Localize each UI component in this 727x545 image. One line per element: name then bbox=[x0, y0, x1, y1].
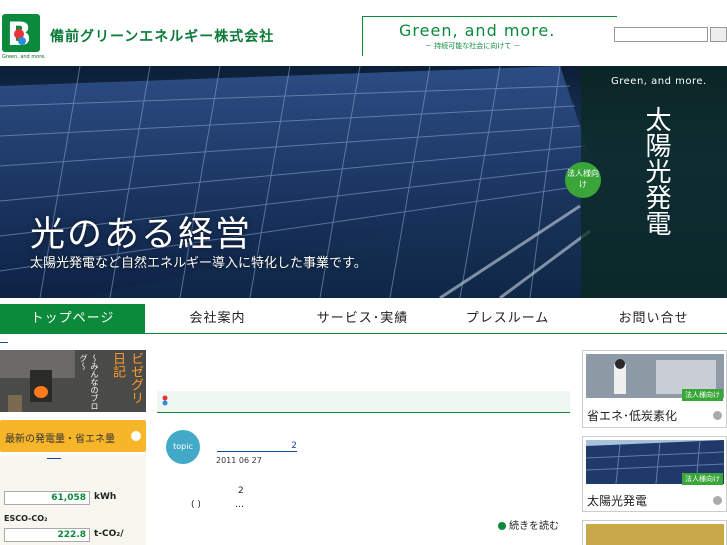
card-label: 省エネ･低炭素化 bbox=[587, 409, 678, 423]
card-photo bbox=[586, 524, 724, 545]
card-more[interactable] bbox=[582, 520, 727, 545]
tagline-box: Green, and more. － 持続可能な社会に向けて － bbox=[362, 16, 617, 56]
site-header: B Green, and more. 備前グリーンエネルギー株式会社 Green… bbox=[0, 0, 727, 66]
nav-services[interactable]: サービス･実績 bbox=[290, 304, 435, 334]
logo-subtext: Green, and more. bbox=[2, 54, 46, 60]
search-input[interactable] bbox=[614, 27, 708, 42]
main-nav: トップページ 会社案内 サービス･実績 プレスルーム お問い合せ bbox=[0, 304, 727, 334]
power-generation-box[interactable]: 最新の発電量・省エネ量 bbox=[0, 420, 146, 452]
nav-contact[interactable]: お問い合せ bbox=[580, 304, 727, 334]
corporate-badge: 法人様向け bbox=[565, 162, 601, 198]
esco-label: ESCO-CO₂ bbox=[4, 514, 48, 523]
page: B Green, and more. 備前グリーンエネルギー株式会社 Green… bbox=[0, 0, 727, 545]
topic-text-paren: ( ) bbox=[191, 500, 201, 510]
power-label: 最新の発電量・省エネ量 bbox=[5, 434, 115, 445]
small-link[interactable] bbox=[0, 342, 8, 343]
logo-mini-icon bbox=[162, 395, 168, 406]
topic-ellipsis: … bbox=[235, 500, 244, 510]
search-button[interactable] bbox=[710, 27, 727, 42]
logo-mark: B bbox=[2, 14, 40, 52]
nav-company[interactable]: 会社案内 bbox=[145, 304, 290, 334]
company-name: 備前グリーンエネルギー株式会社 bbox=[50, 29, 275, 45]
card-solar[interactable]: 法人様向け 太陽光発電 bbox=[582, 436, 727, 512]
topic-date: 2011 06 27 bbox=[216, 456, 262, 465]
hero-title: 光のある経営 bbox=[30, 215, 253, 255]
hero-side-panel[interactable]: Green, and more. 太陽光発電 bbox=[581, 66, 727, 298]
topic-text: 2 bbox=[238, 486, 244, 496]
card-badge: 法人様向け bbox=[682, 389, 723, 401]
nav-press-room[interactable]: プレスルーム bbox=[435, 304, 580, 334]
co2-meter: 222.8 bbox=[4, 528, 90, 542]
tagline: Green, and more. bbox=[399, 21, 556, 40]
site-logo[interactable]: B Green, and more. bbox=[2, 14, 46, 60]
read-more-label: 続きを読む bbox=[509, 521, 559, 532]
hero-subtitle: 太陽光発電など自然エネルギー導入に特化した事業です。 bbox=[30, 256, 367, 271]
power-unit: kWh bbox=[94, 492, 117, 502]
arrow-right-icon bbox=[713, 496, 722, 505]
arrow-right-icon bbox=[713, 411, 722, 420]
blog-subtitle: ～みんなのブログ～ bbox=[79, 354, 99, 410]
hero-banner: 光のある経営 太陽光発電など自然エネルギー導入に特化した事業です。 Green,… bbox=[0, 66, 727, 298]
blog-title: ビゼグリ日記 bbox=[110, 352, 143, 404]
card-label: 太陽光発電 bbox=[587, 494, 648, 508]
arrow-right-icon bbox=[131, 431, 141, 441]
co2-unit: t-CO₂/ bbox=[94, 529, 124, 539]
hero-side-title: 太陽光発電 bbox=[641, 106, 671, 236]
topic-badge: topic bbox=[166, 430, 200, 464]
news-header-bar bbox=[157, 391, 570, 413]
power-meter: 61,058 bbox=[4, 491, 90, 505]
nav-top-page[interactable]: トップページ bbox=[0, 304, 145, 334]
card-badge: 法人様向け bbox=[682, 473, 723, 485]
arrow-right-icon bbox=[498, 522, 506, 530]
topic-title-link[interactable]: 2 bbox=[217, 441, 297, 452]
card-energy-saving[interactable]: 法人様向け 省エネ･低炭素化 bbox=[582, 350, 727, 428]
tagline-sub: － 持続可能な社会に向けて － bbox=[425, 42, 521, 50]
meters-link[interactable] bbox=[47, 458, 61, 459]
read-more-link[interactable]: 続きを読む bbox=[498, 517, 559, 532]
blog-banner[interactable]: ビゼグリ日記 ～みんなのブログ～ bbox=[0, 350, 146, 412]
hero-side-tagline: Green, and more. bbox=[611, 76, 707, 87]
